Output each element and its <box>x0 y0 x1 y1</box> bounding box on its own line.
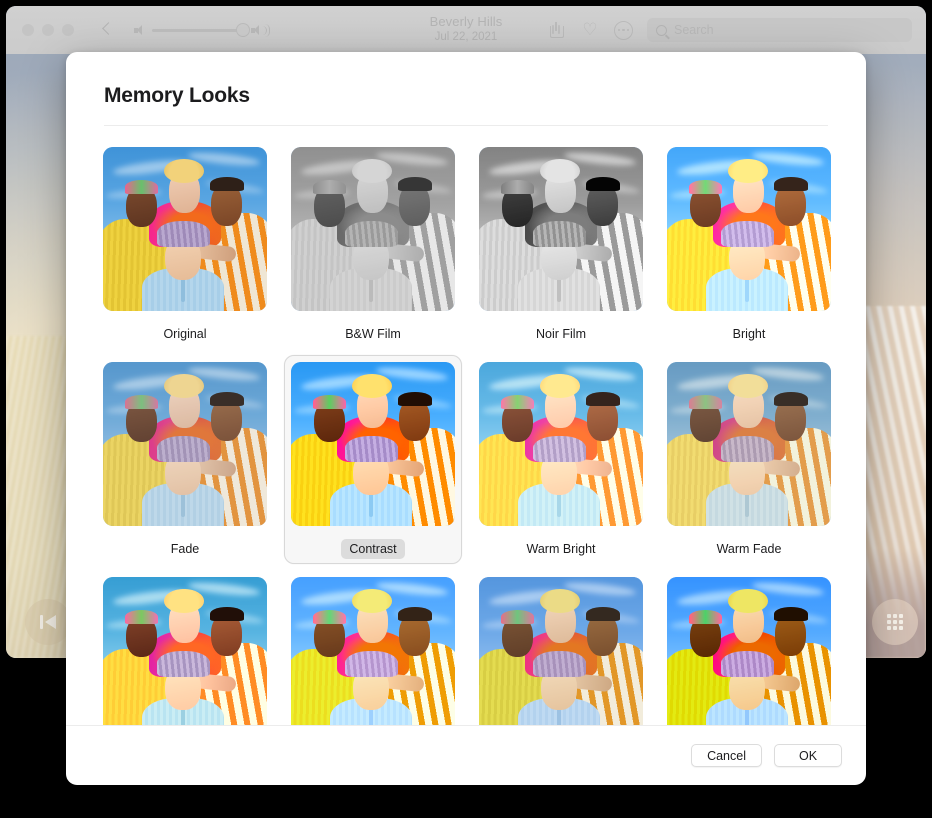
volume-slider[interactable] <box>152 23 250 37</box>
look-option-original[interactable]: Original <box>96 140 274 349</box>
minimize-button[interactable] <box>42 24 54 36</box>
memory-date: Jul 22, 2021 <box>434 31 498 43</box>
look-option-cool-contrast[interactable]: Cool Contrast <box>660 570 838 725</box>
heart-icon[interactable]: ♡ <box>580 20 600 40</box>
look-label: Original <box>163 327 207 341</box>
back-icon[interactable] <box>100 23 114 37</box>
look-option-contrast[interactable]: Contrast <box>284 355 462 564</box>
previous-icon <box>40 615 56 629</box>
volume-slider-knob[interactable] <box>236 23 250 37</box>
look-option-warm-bright[interactable]: Warm Bright <box>472 355 650 564</box>
look-label: Fade <box>170 542 200 556</box>
memory-photo-preview <box>479 147 643 311</box>
memory-photo-preview <box>479 577 643 725</box>
grid-view-button[interactable] <box>872 599 918 645</box>
look-thumbnail[interactable] <box>667 577 831 725</box>
memory-photo-preview <box>667 577 831 725</box>
memory-photo-preview <box>667 147 831 311</box>
more-options-icon[interactable] <box>614 20 633 40</box>
speaker-high-icon <box>251 23 270 37</box>
memory-photo-preview <box>479 362 643 526</box>
look-thumbnail[interactable] <box>103 577 267 725</box>
toolbar-right-group: ♡ Search <box>546 18 912 42</box>
memory-photo-preview <box>103 147 267 311</box>
grid-icon <box>887 614 903 630</box>
look-option-noir-film[interactable]: Noir Film <box>472 140 650 349</box>
traffic-lights <box>22 24 74 36</box>
memory-looks-grid: Original B&W Film Noir Film Bright Fade <box>96 140 836 725</box>
look-label: Contrast <box>341 539 405 559</box>
look-option-cool-fade[interactable]: Cool Fade <box>472 570 650 725</box>
look-option-cool-bright[interactable]: Cool Bright <box>284 570 462 725</box>
volume-control[interactable] <box>134 23 270 37</box>
search-icon <box>656 24 667 36</box>
page-title: Memory Looks <box>104 84 250 107</box>
cancel-button[interactable]: Cancel <box>691 744 762 767</box>
dialog-header: Memory Looks <box>66 52 866 126</box>
look-option-bright[interactable]: Bright <box>660 140 838 349</box>
close-button[interactable] <box>22 24 34 36</box>
look-option-fade[interactable]: Fade <box>96 355 274 564</box>
window-toolbar: Beverly Hills Jul 22, 2021 ♡ Search <box>6 6 926 54</box>
dialog-body: Original B&W Film Noir Film Bright Fade <box>66 126 866 725</box>
memory-title: Beverly Hills <box>429 14 503 29</box>
share-icon[interactable] <box>546 20 566 40</box>
look-label: Warm Bright <box>526 542 596 556</box>
memory-photo-preview <box>291 577 455 725</box>
look-thumbnail[interactable] <box>103 147 267 311</box>
look-thumbnail[interactable] <box>667 147 831 311</box>
look-label: Bright <box>732 327 766 341</box>
look-thumbnail[interactable] <box>479 577 643 725</box>
look-thumbnail[interactable] <box>291 147 455 311</box>
look-thumbnail[interactable] <box>291 577 455 725</box>
memory-looks-dialog: Memory Looks Original B&W Film Noir Film <box>66 52 866 785</box>
look-thumbnail[interactable] <box>291 362 455 526</box>
look-thumbnail[interactable] <box>479 362 643 526</box>
look-label: B&W Film <box>345 327 401 341</box>
memory-photo-preview <box>291 147 455 311</box>
memory-photo-preview <box>291 362 455 526</box>
look-thumbnail[interactable] <box>479 147 643 311</box>
look-label: Warm Fade <box>716 542 782 556</box>
memory-photo-preview <box>103 362 267 526</box>
look-label: Noir Film <box>536 327 586 341</box>
speaker-low-icon <box>134 24 145 36</box>
search-field[interactable]: Search <box>647 18 912 42</box>
screen: Beverly Hills Jul 22, 2021 ♡ Search Memo… <box>0 0 932 818</box>
ok-button[interactable]: OK <box>774 744 842 767</box>
look-option-warm-fade[interactable]: Warm Fade <box>660 355 838 564</box>
look-thumbnail[interactable] <box>667 362 831 526</box>
dialog-footer: Cancel OK <box>66 725 866 785</box>
look-option-b-w-film[interactable]: B&W Film <box>284 140 462 349</box>
look-option-warm-contrast[interactable]: Warm Contrast <box>96 570 274 725</box>
previous-memory-button[interactable] <box>25 599 71 645</box>
memory-photo-preview <box>667 362 831 526</box>
memory-photo-preview <box>103 577 267 725</box>
zoom-button[interactable] <box>62 24 74 36</box>
search-placeholder: Search <box>674 23 714 37</box>
look-thumbnail[interactable] <box>103 362 267 526</box>
memory-title-block: Beverly Hills Jul 22, 2021 <box>430 14 503 43</box>
